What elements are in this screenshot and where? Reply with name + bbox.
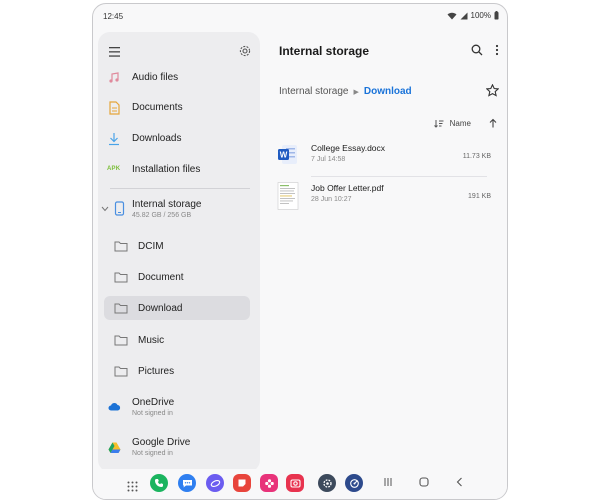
file-list-pane: Internal storage Internal storage ▶ Down… <box>265 32 505 472</box>
drawer-item-label: Audio files <box>132 72 179 83</box>
breadcrumb: Internal storage ▶ Download <box>279 86 412 97</box>
drawer-divider <box>110 188 250 189</box>
folder-label: Download <box>138 303 183 314</box>
folder-item-document[interactable]: Document <box>104 265 250 289</box>
folder-icon <box>114 272 128 283</box>
word-icon: W <box>277 142 299 168</box>
row-divider <box>311 176 487 177</box>
breadcrumb-separator-icon: ▶ <box>353 88 359 96</box>
apk-icon: APK <box>107 166 121 172</box>
phone-app-icon[interactable] <box>150 474 168 492</box>
file-date: 7 Jul 14:58 <box>311 156 346 163</box>
pdf-thumb-icon <box>277 182 299 210</box>
cloud-label: Google Drive <box>132 437 191 448</box>
sort-label[interactable]: Name <box>450 119 471 128</box>
home-icon[interactable] <box>419 477 429 487</box>
drawer-item-downloads[interactable]: Downloads <box>98 125 260 153</box>
taskbar <box>93 469 507 499</box>
camera-app-icon[interactable] <box>286 474 304 492</box>
file-row[interactable]: W College Essay.docx 7 Jul 14:58 11.73 K… <box>275 140 497 172</box>
drawer-item-label: Documents <box>132 102 183 113</box>
folder-icon <box>114 366 128 377</box>
music-note-icon <box>109 72 119 83</box>
back-icon[interactable] <box>455 477 465 487</box>
device-frame: 12:45 100% Audio files Documents Downloa… <box>92 3 508 500</box>
phone-storage-icon <box>114 201 125 216</box>
cloud-status: Not signed in <box>132 410 173 417</box>
drawer-item-label: Downloads <box>132 133 182 144</box>
cloud-status: Not signed in <box>132 450 173 457</box>
folder-item-music[interactable]: Music <box>104 328 250 352</box>
cloud-label: OneDrive <box>132 397 175 408</box>
folder-icon <box>114 303 128 314</box>
folder-label: DCIM <box>138 241 164 252</box>
storage-usage: 45.82 GB / 256 GB <box>132 212 192 219</box>
hamburger-menu-icon[interactable] <box>108 46 122 58</box>
folder-label: Document <box>138 272 184 283</box>
arrow-up-icon[interactable] <box>489 118 497 128</box>
folder-item-pictures[interactable]: Pictures <box>104 359 250 383</box>
download-icon <box>109 133 119 146</box>
onedrive-cloud-icon <box>108 403 121 411</box>
file-name: College Essay.docx <box>311 143 386 153</box>
svg-text:W: W <box>280 150 288 159</box>
drawer-item-internal-storage[interactable]: Internal storage 45.82 GB / 256 GB <box>98 195 260 225</box>
drawer-item-audio-files[interactable]: Audio files <box>98 64 260 92</box>
page-title: Internal storage <box>279 44 370 58</box>
folder-label: Music <box>138 335 165 346</box>
file-size: 191 KB <box>468 193 491 200</box>
signal-icon <box>460 12 468 19</box>
document-icon <box>109 101 120 115</box>
browser-app-icon[interactable] <box>206 474 224 492</box>
sort-icon[interactable] <box>433 119 444 128</box>
search-icon[interactable] <box>471 44 483 56</box>
my-files-app-icon[interactable] <box>345 474 363 492</box>
breadcrumb-root[interactable]: Internal storage <box>279 86 349 97</box>
chevron-down-icon[interactable] <box>101 206 109 212</box>
battery-icon <box>494 11 499 20</box>
file-name: Job Offer Letter.pdf <box>311 183 384 193</box>
file-date: 28 Jun 10:27 <box>311 196 352 203</box>
file-size: 11.73 KB <box>462 153 491 160</box>
google-drive-icon <box>108 442 121 453</box>
drawer-item-installation-files[interactable]: APK Installation files <box>98 156 260 184</box>
app-drawer-icon[interactable] <box>123 477 141 495</box>
sort-bar: Name <box>433 118 497 128</box>
recent-apps-icon[interactable] <box>383 477 393 487</box>
folder-icon <box>114 241 128 252</box>
more-options-icon[interactable] <box>495 44 499 56</box>
folder-item-dcim[interactable]: DCIM <box>104 234 250 258</box>
notes-app-icon[interactable] <box>233 474 251 492</box>
drawer-item-label: Installation files <box>132 164 201 175</box>
battery-text: 100% <box>470 11 491 20</box>
file-row[interactable]: Job Offer Letter.pdf 28 Jun 10:27 191 KB <box>275 180 497 212</box>
messages-app-icon[interactable] <box>178 474 196 492</box>
drawer-item-google-drive[interactable]: Google Drive Not signed in <box>98 433 260 463</box>
storage-label: Internal storage <box>132 199 202 210</box>
folder-icon <box>114 335 128 346</box>
drawer-item-onedrive[interactable]: OneDrive Not signed in <box>98 393 260 423</box>
settings-app-icon[interactable] <box>318 474 336 492</box>
wifi-icon <box>447 12 457 19</box>
drawer-item-documents[interactable]: Documents <box>98 94 260 122</box>
status-time: 12:45 <box>103 12 124 21</box>
status-icons: 100% <box>447 11 499 20</box>
gear-icon[interactable] <box>238 44 252 58</box>
folder-label: Pictures <box>138 366 175 377</box>
gallery-app-icon[interactable] <box>260 474 278 492</box>
status-bar: 12:45 100% <box>93 4 507 28</box>
star-icon[interactable] <box>486 84 499 97</box>
breadcrumb-current[interactable]: Download <box>364 86 412 97</box>
navigation-drawer: Audio files Documents Downloads APK Inst… <box>98 32 260 472</box>
folder-item-download[interactable]: Download <box>104 296 250 320</box>
